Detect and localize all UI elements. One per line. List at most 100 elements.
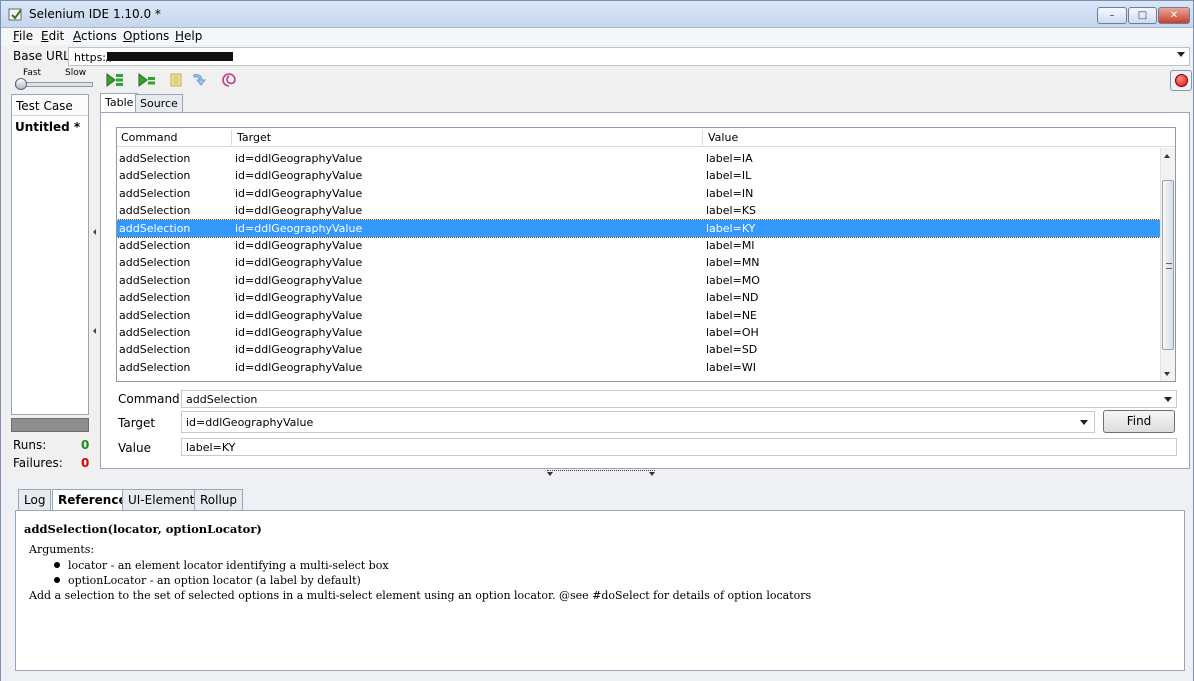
table-header: Command Target Value [117, 128, 1175, 147]
splitter-down-icon[interactable] [649, 472, 655, 476]
close-button[interactable]: ✕ [1158, 7, 1190, 24]
table-row[interactable]: addSelection id=ddlGeographyValue label=SD [117, 341, 1160, 358]
target-cell: id=ddlGeographyValue [235, 343, 363, 357]
target-cell: id=ddlGeographyValue [235, 273, 363, 287]
menu-options[interactable]: Options [123, 29, 169, 43]
maximize-button[interactable]: □ [1128, 7, 1157, 24]
table-scrollbar[interactable] [1160, 148, 1175, 381]
failures-label: Failures: [13, 456, 63, 470]
minimize-button[interactable]: – [1097, 7, 1127, 24]
tab-ui-element[interactable]: UI-Element [122, 489, 201, 510]
chevron-down-icon[interactable] [1177, 52, 1185, 57]
tab-reference[interactable]: Reference [52, 489, 133, 511]
progress-bar [11, 418, 89, 432]
failures-value: 0 [81, 456, 90, 470]
command-cell: addSelection [119, 204, 191, 218]
base-url-input[interactable]: https:// [68, 47, 1190, 66]
table-row[interactable]: addSelection id=ddlGeographyValue label=MO [117, 272, 1160, 289]
column-header-target[interactable]: Target [237, 131, 271, 144]
menu-actions[interactable]: Actions [73, 29, 117, 43]
value-label: Value [118, 441, 151, 455]
window-title: Selenium IDE 1.10.0 * [29, 7, 161, 21]
value-cell: label=IN [706, 186, 754, 200]
value-cell: label=IA [706, 152, 753, 165]
tab-rollup[interactable]: Rollup [194, 489, 244, 510]
test-case-header: Test Case [12, 95, 88, 116]
play-test-icon[interactable] [137, 71, 157, 89]
value-cell: label=MI [706, 238, 755, 252]
speed-slow-label: Slow [65, 68, 87, 78]
splitter-down-icon[interactable] [547, 472, 553, 476]
value-input[interactable]: label=KY [181, 438, 1177, 456]
speed-slider-thumb[interactable] [15, 78, 27, 90]
title-bar[interactable]: Selenium IDE 1.10.0 * – □ ✕ [1, 1, 1193, 28]
speed-fast-label: Fast [23, 68, 42, 78]
arguments-label: Arguments: [29, 543, 95, 556]
scroll-up-icon[interactable] [1164, 154, 1170, 158]
reference-title: addSelection(locator, optionLocator) [24, 522, 262, 536]
tab-log[interactable]: Log [18, 489, 52, 510]
column-header-command[interactable]: Command [121, 131, 178, 144]
argument-text: optionLocator - an option locator (a lab… [68, 574, 361, 587]
target-cell: id=ddlGeographyValue [235, 256, 363, 270]
record-button[interactable] [1170, 70, 1192, 91]
target-input[interactable]: id=ddlGeographyValue [181, 411, 1095, 433]
command-cell: addSelection [119, 308, 191, 322]
menu-edit[interactable]: Edit [41, 29, 64, 43]
table-row[interactable]: addSelection id=ddlGeographyValue label=NE [117, 307, 1160, 324]
find-button[interactable]: Find [1103, 410, 1175, 433]
scroll-down-icon[interactable] [1164, 372, 1170, 376]
pause-icon[interactable] [166, 71, 186, 89]
column-separator[interactable] [231, 130, 232, 145]
bullet-icon [54, 562, 60, 568]
tab-table[interactable]: Table [100, 93, 139, 113]
table-row[interactable]: addSelection id=ddlGeographyValue label=ND [117, 289, 1160, 306]
horizontal-splitter[interactable] [547, 470, 655, 476]
command-cell: addSelection [119, 169, 191, 183]
splitter-collapse-icon[interactable] [93, 229, 96, 235]
chevron-down-icon[interactable] [1080, 420, 1088, 425]
splitter-collapse-icon[interactable] [93, 328, 96, 334]
table-rows: addSelection id=ddlGeographyValue label=IA… [117, 150, 1161, 376]
menu-help[interactable]: Help [175, 29, 202, 43]
table-row[interactable]: addSelection id=ddlGeographyValue label=MI [117, 237, 1160, 254]
table-row[interactable]: addSelection id=ddlGeographyValue label=KY [117, 218, 1161, 238]
vertical-splitter[interactable] [91, 94, 98, 469]
command-cell: addSelection [119, 221, 191, 235]
value-cell: label=MO [706, 273, 760, 287]
grip-icon [1166, 263, 1172, 269]
value-cell: label=WI [706, 360, 756, 374]
step-icon[interactable] [189, 71, 209, 89]
target-cell: id=ddlGeographyValue [235, 238, 363, 252]
command-cell: addSelection [119, 325, 191, 339]
menu-file[interactable]: File [13, 29, 33, 43]
scrollbar-thumb[interactable] [1162, 180, 1174, 350]
table-row[interactable]: addSelection id=ddlGeographyValue label=OH [117, 324, 1160, 341]
table-row[interactable]: addSelection id=ddlGeographyValue label=WI [117, 359, 1160, 376]
play-suite-icon[interactable] [105, 71, 125, 89]
reference-panel: addSelection(locator, optionLocator) Arg… [15, 510, 1185, 671]
target-cell: id=ddlGeographyValue [235, 186, 363, 200]
command-cell: addSelection [119, 186, 191, 200]
base-url-row: Base URL https:// [1, 46, 1193, 66]
value-cell: label=KY [706, 221, 756, 235]
argument-item: locator - an element locator identifying… [54, 559, 389, 572]
test-case-item[interactable]: Untitled * [15, 120, 80, 134]
column-separator[interactable] [702, 130, 703, 145]
command-input[interactable]: addSelection [181, 390, 1177, 408]
table-row[interactable]: addSelection id=ddlGeographyValue label=IN [117, 185, 1160, 202]
toolbar: Fast Slow [1, 67, 1193, 93]
table-row[interactable]: addSelection id=ddlGeographyValue label=IA [117, 150, 1160, 167]
table-row[interactable]: addSelection id=ddlGeographyValue label=KS [117, 202, 1160, 219]
column-header-value[interactable]: Value [708, 131, 738, 144]
chevron-down-icon[interactable] [1164, 397, 1172, 402]
rollup-icon[interactable] [219, 71, 239, 89]
tab-source[interactable]: Source [135, 94, 183, 113]
runs-value: 0 [81, 438, 90, 452]
command-label: Command [118, 392, 180, 406]
table-row[interactable]: addSelection id=ddlGeographyValue label=MN [117, 254, 1160, 271]
value-cell: label=SD [706, 343, 758, 357]
reference-description: Add a selection to the set of selected o… [29, 589, 812, 602]
table-row[interactable]: addSelection id=ddlGeographyValue label=IL [117, 167, 1160, 184]
value-cell: label=OH [706, 325, 759, 339]
